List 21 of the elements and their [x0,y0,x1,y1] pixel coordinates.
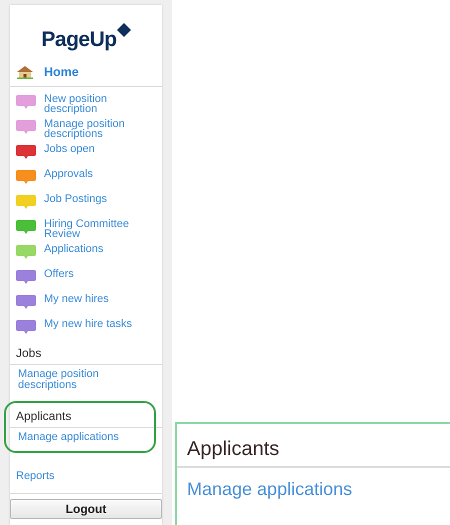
menu-link[interactable]: Job Postings [44,194,107,204]
menu-link[interactable]: Offers [44,268,74,279]
menu-link[interactable]: My new hires [44,294,109,304]
reports-link[interactable]: Reports [16,470,55,482]
logout-button[interactable]: Logout [10,498,162,520]
section-heading: Applicants [10,406,162,428]
menu-link[interactable]: Approvals [44,168,93,179]
section-heading: Applicants [177,424,450,468]
menu-link[interactable]: Jobs open [44,144,95,154]
house-icon [16,65,34,80]
section-link[interactable]: Manage applications [177,468,362,511]
menu-link[interactable]: Applications [44,244,104,254]
section-link[interactable]: Manage applications [10,432,162,443]
section-heading: Jobs [10,344,162,365]
menu-link[interactable]: My new hire tasks [44,318,132,329]
menu-link[interactable]: Manage position descriptions [44,118,158,139]
section-link[interactable]: Manage position descriptions [10,368,162,391]
logo: PageUp [41,23,131,53]
menu-link[interactable]: Hiring Committee Review [44,218,158,239]
menu-link[interactable]: New position description [44,94,158,114]
home-link[interactable]: Home [44,63,79,82]
